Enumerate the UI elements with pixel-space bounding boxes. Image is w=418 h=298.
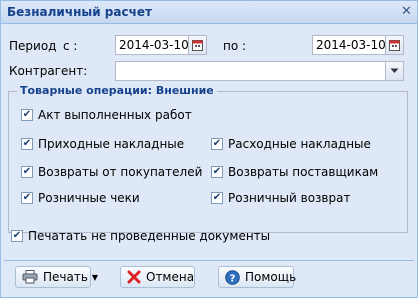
- checkbox-label: Розничный возврат: [228, 191, 351, 205]
- checkbox-label: Приходные накладные: [38, 137, 185, 151]
- operations-fieldset: Товарные операции: Внешние ✔ Акт выполне…: [8, 84, 408, 233]
- checkbox-retail-receipts[interactable]: ✔ Розничные чеки: [21, 191, 140, 205]
- checkbox-outgoing-invoices[interactable]: ✔ Расходные накладные: [211, 137, 371, 151]
- checkbox-icon[interactable]: ✔: [11, 230, 23, 242]
- window-title: Безналичный расчет: [7, 5, 152, 19]
- period-label: Период: [9, 39, 57, 53]
- operations-legend: Товарные операции: Внешние: [17, 84, 217, 97]
- checkbox-icon[interactable]: ✔: [211, 166, 223, 178]
- checkbox-label: Печатать не проведенные документы: [28, 229, 271, 243]
- checkbox-icon[interactable]: ✔: [211, 138, 223, 150]
- date-from-value: 2014-03-10: [119, 38, 189, 52]
- checkbox-icon[interactable]: ✔: [21, 109, 33, 121]
- checkbox-print-unposted[interactable]: ✔ Печатать не проведенные документы: [11, 229, 270, 243]
- calendar-icon[interactable]: [188, 36, 206, 54]
- svg-text:?: ?: [230, 273, 236, 284]
- checkbox-label: Розничные чеки: [38, 191, 140, 205]
- to-label: по :: [223, 39, 247, 53]
- cancel-icon: [127, 269, 141, 285]
- from-label: с :: [63, 39, 78, 53]
- print-button-label: Печать: [43, 270, 88, 284]
- chevron-down-icon[interactable]: [385, 62, 403, 80]
- checkbox-icon[interactable]: ✔: [21, 166, 33, 178]
- checkbox-supplier-returns[interactable]: ✔ Возвраты поставщикам: [211, 165, 378, 179]
- checkbox-retail-return[interactable]: ✔ Розничный возврат: [211, 191, 350, 205]
- checkbox-label: Возвраты поставщикам: [228, 165, 379, 179]
- help-button-label: Помощь: [245, 270, 297, 284]
- counterparty-combobox[interactable]: [115, 61, 404, 81]
- checkbox-label: Возвраты от покупателей: [38, 165, 203, 179]
- checkbox-acts[interactable]: ✔ Акт выполненных работ: [21, 108, 192, 122]
- checkbox-customer-returns[interactable]: ✔ Возвраты от покупателей: [21, 165, 202, 179]
- help-icon: ?: [225, 269, 240, 285]
- cancel-button[interactable]: Отмена: [120, 266, 195, 288]
- checkbox-label: Расходные накладные: [228, 137, 371, 151]
- calendar-icon[interactable]: [385, 36, 403, 54]
- date-from-field[interactable]: 2014-03-10: [115, 35, 207, 55]
- checkbox-icon[interactable]: ✔: [21, 138, 33, 150]
- checkbox-icon[interactable]: ✔: [21, 192, 33, 204]
- printer-icon: [22, 269, 38, 285]
- chevron-down-icon: ▼: [91, 272, 99, 282]
- date-to-field[interactable]: 2014-03-10: [312, 35, 404, 55]
- print-button[interactable]: Печать ▼: [15, 266, 98, 288]
- checkbox-incoming-invoices[interactable]: ✔ Приходные накладные: [21, 137, 184, 151]
- dialog-window: Безналичный расчет ✕ Период с : 2014-03-…: [0, 0, 418, 298]
- help-button[interactable]: ? Помощь: [218, 266, 297, 288]
- divider: [4, 260, 414, 261]
- cancel-button-label: Отмена: [146, 270, 195, 284]
- checkbox-icon[interactable]: ✔: [211, 192, 223, 204]
- checkbox-label: Акт выполненных работ: [38, 108, 192, 122]
- title-bar[interactable]: Безналичный расчет ✕: [1, 1, 417, 24]
- close-icon[interactable]: ✕: [400, 5, 413, 18]
- date-to-value: 2014-03-10: [316, 38, 386, 52]
- dialog-body: Период с : 2014-03-10 по : 2014-03-10 Ко…: [1, 24, 417, 297]
- counterparty-label: Контрагент:: [9, 64, 88, 78]
